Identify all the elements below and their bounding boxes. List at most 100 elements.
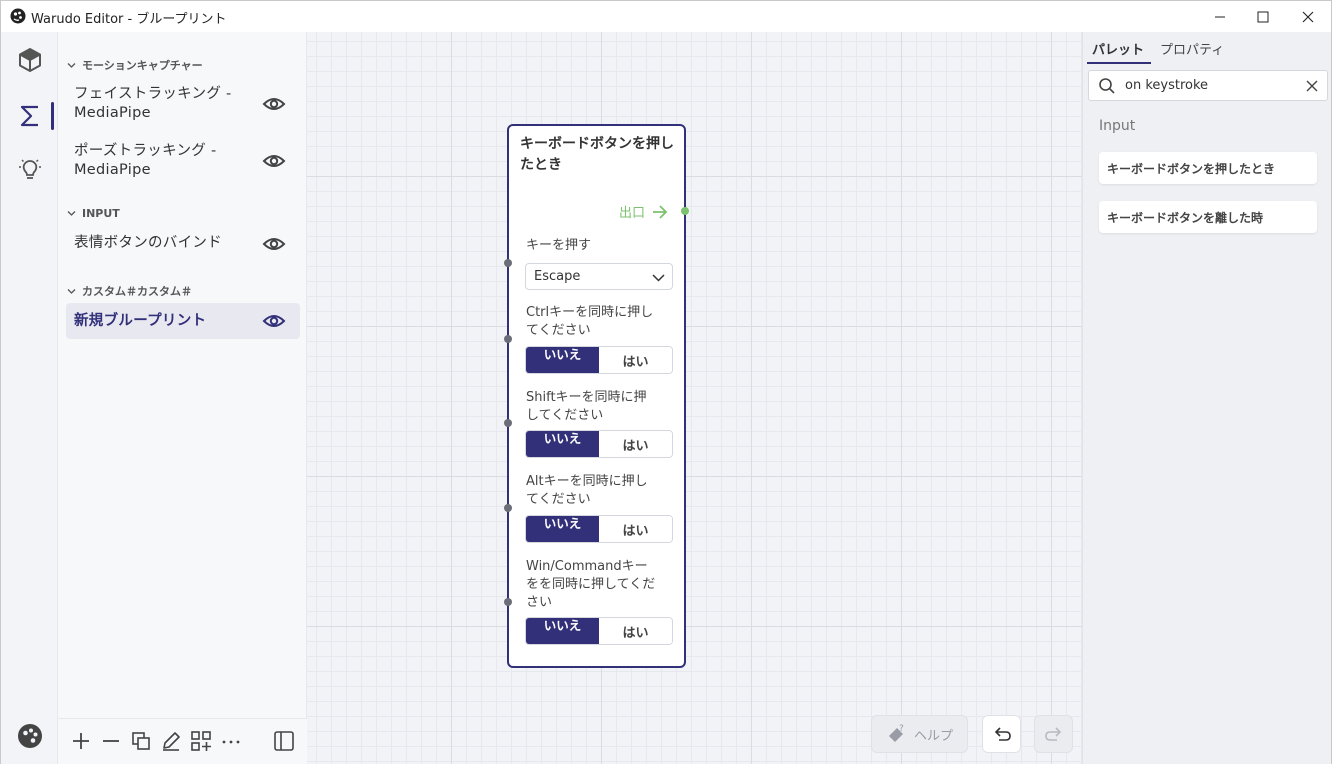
chevron-down-icon (67, 211, 76, 216)
ctrl-no-option[interactable]: いいえ (526, 347, 599, 373)
node-title: キーボードボタンを押したとき (520, 136, 674, 173)
edit-blueprint-button[interactable] (159, 729, 183, 753)
arrow-right-icon (653, 204, 668, 219)
more-options-button[interactable] (219, 729, 243, 753)
eye-icon[interactable] (262, 309, 286, 333)
ctrl-input-port[interactable] (504, 335, 512, 343)
edit-icon (163, 732, 180, 751)
alt-toggle: いいえ はい (525, 515, 673, 543)
search-icon (1099, 78, 1115, 94)
palette-category: Input (1099, 118, 1136, 134)
help-button[interactable]: ? ヘルプ (871, 715, 968, 753)
more-icon (222, 740, 240, 744)
win-yes-option[interactable]: はい (599, 618, 672, 644)
svg-text:?: ? (899, 724, 904, 734)
chevron-down-icon (652, 274, 665, 282)
remove-icon (103, 740, 119, 742)
active-tab-indicator (1087, 62, 1151, 64)
section-title: INPUT (82, 207, 120, 220)
alt-yes-option[interactable]: はい (599, 516, 672, 542)
redo-button[interactable] (1034, 715, 1073, 753)
section-title: カスタム＃カスタム＃ (82, 285, 192, 298)
palette-item-on-keystroke[interactable]: キーボードボタンを押したとき (1099, 152, 1317, 184)
section-header-motion-capture[interactable]: モーションキャプチャー (67, 57, 203, 73)
shift-input-port[interactable] (504, 419, 512, 427)
eye-icon[interactable] (262, 149, 286, 173)
clear-search-icon[interactable] (1306, 80, 1318, 92)
exit-output[interactable]: 出口 (619, 202, 669, 221)
toggle-panel-button[interactable] (272, 729, 296, 753)
close-icon (1302, 11, 1314, 22)
redo-icon (1044, 727, 1061, 741)
chevron-down-icon (67, 62, 76, 68)
add-grid-icon (191, 731, 211, 751)
add-icon (73, 733, 89, 749)
exit-port[interactable] (681, 207, 689, 215)
add-group-button[interactable] (189, 729, 213, 753)
activity-hints[interactable] (1, 148, 58, 192)
tab-properties[interactable]: プロパティ (1160, 39, 1224, 58)
exit-label: 出口 (618, 206, 645, 221)
blueprint-item-label: 新規ブループリント (74, 313, 207, 329)
win-input-port[interactable] (504, 598, 512, 606)
blueprint-item-label: ポーズトラッキング - MediaPipe (74, 143, 217, 178)
lightbulb-icon (18, 159, 41, 179)
shift-label: Shiftキーを同時に押してください (526, 390, 647, 423)
key-label: キーを押す (526, 238, 592, 253)
maximize-button[interactable] (1240, 1, 1286, 32)
eye-icon[interactable] (262, 92, 286, 116)
tab-palette[interactable]: パレット (1092, 39, 1144, 58)
close-window-button[interactable] (1285, 1, 1331, 32)
eye-icon[interactable] (262, 232, 286, 256)
remove-blueprint-button[interactable] (99, 729, 123, 753)
shift-yes-option[interactable]: はい (599, 431, 672, 457)
app-window: Warudo Editor - ブループリント モーションキャプチャー フェイス… (0, 0, 1332, 764)
search-value: on keystroke (1125, 78, 1209, 93)
win-label: Win/Commandキーをを同時に押してください (526, 559, 656, 610)
panel-toggle-icon (274, 731, 294, 751)
add-blueprint-button[interactable] (69, 729, 93, 753)
activity-blueprint[interactable] (1, 94, 58, 138)
section-header-custom[interactable]: カスタム＃カスタム＃ (67, 283, 192, 299)
activity-active-indicator (51, 102, 54, 130)
scene-icon (18, 48, 41, 72)
warudo-logo-icon (10, 8, 26, 24)
blueprint-item-new-blueprint[interactable]: 新規ブループリント (66, 303, 300, 339)
key-dropdown-value: Escape (534, 269, 581, 284)
palette-search-input[interactable]: on keystroke (1088, 70, 1328, 101)
ctrl-toggle: いいえ はい (525, 346, 673, 374)
blueprint-sigma-icon (20, 105, 38, 127)
undo-button[interactable] (982, 715, 1021, 753)
section-title: モーションキャプチャー (82, 59, 203, 72)
undo-icon (994, 727, 1011, 741)
duplicate-blueprint-button[interactable] (129, 729, 153, 753)
ctrl-yes-option[interactable]: はい (599, 347, 672, 373)
minimize-icon (1215, 16, 1225, 17)
blueprint-canvas[interactable]: キーボードボタンを押したとき 出口 キーを押す Escape Ctrlキーを同時… (307, 32, 1082, 764)
title-bar: Warudo Editor - ブループリント (1, 1, 1331, 32)
blueprint-item-face-tracking[interactable]: フェイストラッキング - MediaPipe (66, 80, 300, 128)
panel-tabs: パレット プロパティ (1083, 32, 1332, 64)
blueprint-list-toolbar (58, 718, 307, 764)
activity-scene[interactable] (1, 38, 58, 82)
shift-no-option[interactable]: いいえ (526, 431, 599, 457)
palette-item-on-key-release[interactable]: キーボードボタンを離した時 (1099, 201, 1317, 233)
section-header-input[interactable]: INPUT (67, 207, 120, 220)
blueprint-list-panel: モーションキャプチャー フェイストラッキング - MediaPipe ポーズトラ… (58, 32, 307, 764)
key-dropdown[interactable]: Escape (525, 263, 673, 290)
duplicate-icon (132, 732, 150, 750)
blueprint-item-pose-tracking[interactable]: ポーズトラッキング - MediaPipe (66, 137, 300, 185)
activity-settings[interactable] (1, 714, 58, 758)
blueprint-item-label: フェイストラッキング - MediaPipe (74, 86, 232, 121)
key-input-port[interactable] (504, 259, 512, 267)
palette-panel: パレット プロパティ on keystroke Input キーボードボタンを押… (1082, 32, 1331, 764)
blueprint-item-expression-binding[interactable]: 表情ボタンのバインド (66, 227, 300, 261)
help-label: ヘルプ (913, 728, 953, 744)
alt-input-port[interactable] (504, 504, 512, 512)
minimize-button[interactable] (1197, 1, 1243, 32)
win-no-option[interactable]: いいえ (526, 618, 599, 644)
ctrl-label: Ctrlキーを同時に押してください (526, 305, 654, 338)
node-on-keystroke[interactable]: キーボードボタンを押したとき 出口 キーを押す Escape Ctrlキーを同時… (504, 124, 689, 668)
alt-label: Altキーを同時に押してください (526, 474, 648, 507)
alt-no-option[interactable]: いいえ (526, 516, 599, 542)
